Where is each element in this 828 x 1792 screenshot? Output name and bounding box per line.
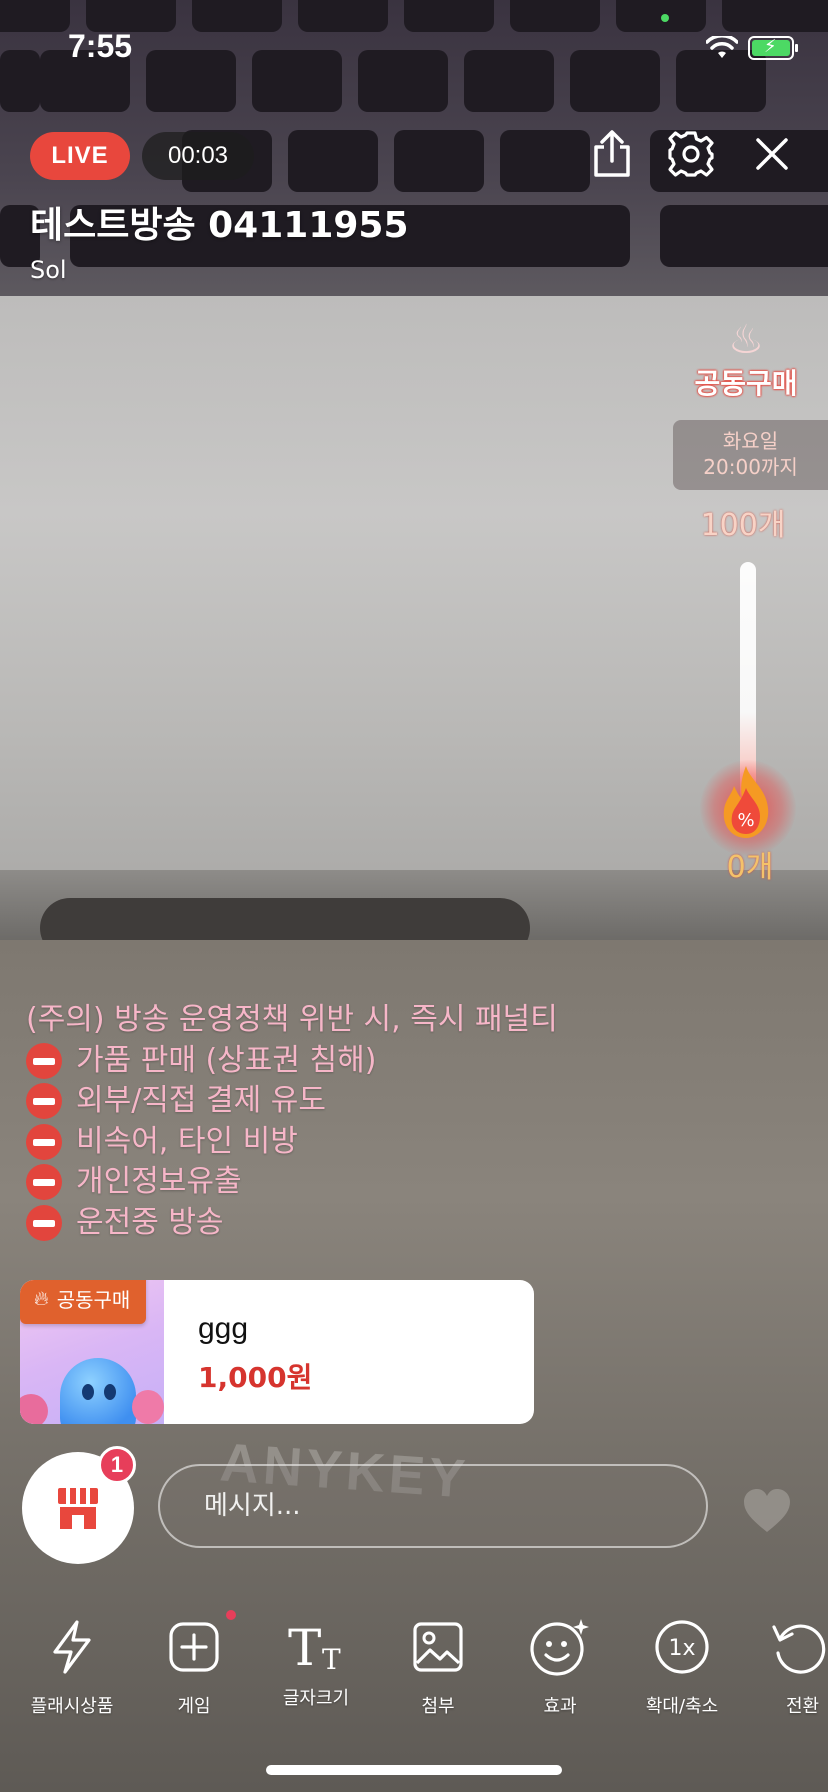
lightning-icon [53, 1620, 91, 1674]
tool-label: 게임 [177, 1696, 211, 1717]
notice-item-text: 가품 판매 (상표권 침해) [76, 1042, 377, 1078]
heart-icon[interactable] [742, 1488, 792, 1534]
sparkle-face-icon [530, 1619, 589, 1676]
group-buy-tag: 🔥︎ 공동구매 [20, 1280, 147, 1324]
notice-item: 개인정보유출 [26, 1162, 558, 1203]
svg-text:%: % [737, 810, 754, 831]
tool-label: 플래시상품 [30, 1696, 114, 1717]
no-entry-icon [26, 1164, 62, 1201]
flower-decoration [132, 1390, 164, 1424]
no-entry-icon [26, 1042, 62, 1079]
group-buy-logo-text: 공동구매 [694, 367, 798, 400]
cart-count-badge: 1 [98, 1446, 136, 1484]
product-name: ggg [198, 1312, 249, 1345]
policy-notice: (주의) 방송 운영정책 위반 시, 즉시 패널티 가품 판매 (상표권 침해)… [26, 1000, 558, 1243]
gear-icon [668, 131, 714, 177]
elapsed-timer: 00:03 [142, 132, 254, 180]
message-input[interactable] [158, 1464, 708, 1548]
switch-camera-tool[interactable]: 전환 [744, 1616, 828, 1718]
product-price: 1,000원 [198, 1361, 313, 1394]
group-buy-tag-label: 공동구매 [56, 1287, 131, 1312]
image-icon [413, 1622, 463, 1672]
tool-label: 효과 [543, 1696, 577, 1717]
wifi-icon [706, 36, 738, 58]
notice-item: 가품 판매 (상표권 침해) [26, 1041, 558, 1082]
flash-product-tool[interactable]: 플래시상품 [12, 1616, 132, 1718]
text-size-icon: TT [288, 1619, 341, 1675]
deadline-day: 화요일 [722, 429, 779, 453]
rotate-icon [772, 1624, 826, 1674]
deadline-time: 20:00까지 [703, 455, 798, 479]
share-button[interactable] [582, 124, 642, 184]
notice-item-text: 개인정보유출 [76, 1164, 242, 1199]
close-icon [756, 138, 788, 170]
text-size-tool[interactable]: TT 글자크기 [256, 1616, 376, 1710]
svg-text:1x: 1x [668, 1636, 695, 1661]
notice-heading: (주의) 방송 운영정책 위반 시, 즉시 패널티 [26, 1002, 558, 1037]
group-buy-current-count: 0개 [726, 850, 774, 885]
group-buy-max-count: 100개 [700, 508, 786, 543]
store-icon [58, 1488, 98, 1529]
no-entry-icon [26, 1204, 62, 1241]
close-button[interactable] [742, 124, 802, 184]
tool-label: 글자크기 [282, 1688, 350, 1709]
flame-icon: 🔥︎ [34, 1286, 49, 1310]
notice-item: 비속어, 타인 비방 [26, 1122, 558, 1163]
notice-item-text: 비속어, 타인 비방 [76, 1123, 298, 1159]
effect-tool[interactable]: 효과 [500, 1616, 620, 1718]
zoom-1x-icon: 1x [655, 1620, 709, 1674]
notice-item-text: 외부/직접 결제 유도 [76, 1083, 326, 1118]
host-name: Sol [30, 256, 67, 284]
attach-tool[interactable]: 첨부 [378, 1616, 498, 1718]
no-entry-icon [26, 1123, 62, 1160]
camera-indicator [661, 14, 669, 22]
new-indicator-dot [226, 1610, 236, 1620]
group-buy-deadline: 화요일 20:00까지 [673, 420, 828, 490]
share-icon [594, 130, 630, 177]
home-indicator[interactable] [266, 1765, 562, 1775]
notice-item: 외부/직접 결제 유도 [26, 1081, 558, 1122]
battery-icon: ⚡ [748, 36, 798, 60]
flame-percent-icon: ♨ [728, 317, 764, 363]
flower-decoration [20, 1394, 48, 1424]
status-icons: ⚡ [706, 36, 798, 60]
svg-text:T: T [288, 1619, 321, 1675]
settings-button[interactable] [661, 124, 721, 184]
notice-item-text: 운전중 방송 [76, 1204, 224, 1240]
tool-label: 첨부 [421, 1696, 455, 1717]
mascot-image [60, 1358, 136, 1424]
status-time: 7:55 [68, 28, 133, 64]
notice-item: 운전중 방송 [26, 1203, 558, 1244]
live-badge: LIVE [30, 132, 130, 180]
tool-label: 전환 [786, 1696, 820, 1717]
group-buy-logo[interactable]: ♨ 공동구매 [686, 318, 806, 408]
product-card[interactable]: 🔥︎ 공동구매 ggg 1,000원 [20, 1280, 534, 1424]
zoom-tool[interactable]: 1x 확대/축소 [622, 1616, 742, 1718]
tool-label: 확대/축소 [645, 1696, 719, 1717]
svg-text:T: T [322, 1643, 341, 1675]
no-entry-icon [26, 1083, 62, 1120]
fire-percent-icon: % [723, 766, 769, 838]
game-tool[interactable]: 게임 [134, 1616, 254, 1718]
plus-square-icon [169, 1622, 219, 1672]
broadcast-title: 테스트방송 04111955 [30, 205, 409, 246]
